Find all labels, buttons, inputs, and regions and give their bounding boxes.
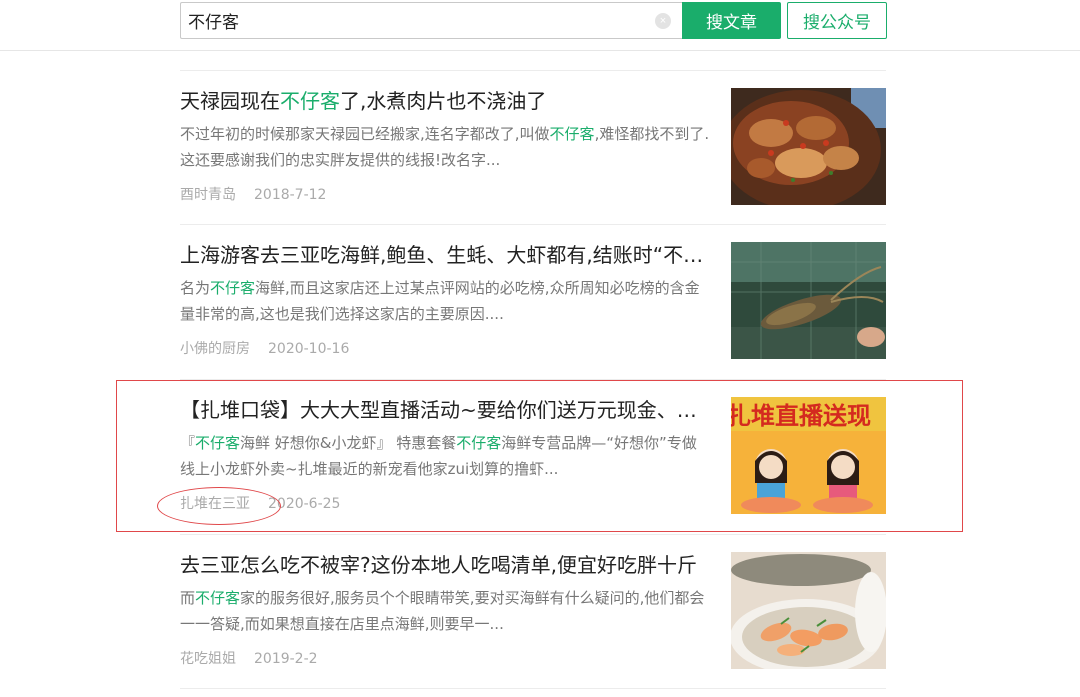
title-text: 【扎堆口袋】大大大型直播活动~要给你们送万元现金、霸王餐 [180,398,710,422]
account-name[interactable]: 小佛的厨房 [180,341,250,357]
snippet-text: 而 [180,589,196,607]
snippet-keyword: 不仔客 [195,434,241,452]
result-item: 上海游客去三亚吃海鲜,鲍鱼、生蚝、大虾都有,结账时“不仔客” 名为不仔客海鲜,而… [180,242,886,360]
publish-date: 2020-10-16 [268,341,350,357]
result-meta: 小佛的厨房 2020-10-16 [180,338,349,358]
divider [180,70,886,71]
snippet-text: 名为 [180,279,211,297]
account-name[interactable]: 花吃姐姐 [180,651,236,667]
result-meta: 花吃姐姐 2019-2-2 [180,648,318,668]
search-box: × [180,2,682,39]
result-title[interactable]: 天禄园现在不仔客了,水煮肉片也不浇油了 [180,88,710,114]
divider [180,534,886,535]
title-text: 了,水煮肉片也不浇油了 [340,89,547,113]
snippet-keyword: 不仔客 [195,589,241,607]
snippet-text: 家的服务很好,服务员个个眼睛带笑,要对买海鲜有什么疑问的,他们都会一一答疑,而如… [180,589,705,633]
result-snippet: 不过年初的时候那家天禄园已经搬家,连名字都改了,叫做不仔客,难怪都找不到了.这还… [180,121,710,173]
result-thumbnail[interactable] [731,242,886,359]
result-snippet: 名为不仔客海鲜,而且这家店还上过某点评网站的必吃榜,众所周知必吃榜的含金量非常的… [180,275,710,327]
divider [180,379,886,380]
publish-date: 2020-6-25 [268,496,341,512]
search-input[interactable] [181,3,641,38]
publish-date: 2018-7-12 [254,187,327,203]
divider [180,224,886,225]
top-search-bar: × 搜文章 搜公众号 [0,0,1080,51]
result-item: 去三亚怎么吃不被宰?这份本地人吃喝清单,便宜好吃胖十斤 而不仔客家的服务很好,服… [180,552,886,670]
snippet-keyword: 不仔客 [549,125,595,143]
result-thumbnail[interactable] [731,552,886,669]
snippet-text: 海鲜,而且这家店还上过某点评网站的必吃榜,众所周知必吃榜的含金量非常的高,这也是… [180,279,700,323]
clear-icon[interactable]: × [655,13,671,29]
snippet-keyword: 不仔客 [210,279,256,297]
publish-date: 2019-2-2 [254,651,318,667]
result-title[interactable]: 【扎堆口袋】大大大型直播活动~要给你们送万元现金、霸王餐 [180,397,710,423]
lobster-photo-icon [731,242,886,359]
title-keyword: 不仔客 [280,89,340,113]
result-item: 天禄园现在不仔客了,水煮肉片也不浇油了 不过年初的时候那家天禄园已经搬家,连名字… [180,88,886,206]
title-text: 去三亚怎么吃不被宰?这份本地人吃喝清单,便宜好吃胖十斤 [180,553,697,577]
livestream-poster-icon: 扎堆直播送现 [731,397,886,514]
snippet-text: 海鲜 好想你&小龙虾』 特惠套餐 [240,434,457,452]
result-snippet: 『不仔客海鲜 好想你&小龙虾』 特惠套餐不仔客海鲜专营品牌—“好想你”专做线上小… [180,430,710,482]
result-title[interactable]: 上海游客去三亚吃海鲜,鲍鱼、生蚝、大虾都有,结账时“不仔客” [180,242,710,268]
snippet-text: 『 [180,434,196,452]
result-meta: 扎堆在三亚 2020-6-25 [180,493,340,513]
divider [180,688,886,689]
result-meta: 酉时青岛 2018-7-12 [180,184,326,204]
account-name[interactable]: 扎堆在三亚 [180,496,250,512]
snippet-text: 不过年初的时候那家天禄园已经搬家,连名字都改了,叫做 [180,125,550,143]
result-thumbnail[interactable]: 扎堆直播送现 [731,397,886,514]
result-snippet: 而不仔客家的服务很好,服务员个个眼睛带笑,要对买海鲜有什么疑问的,他们都会一一答… [180,585,710,637]
result-thumbnail[interactable] [731,88,886,205]
seafood-plate-photo-icon [731,552,886,669]
result-item: 【扎堆口袋】大大大型直播活动~要给你们送万元现金、霸王餐 『不仔客海鲜 好想你&… [180,397,886,515]
poster-text: 扎堆直播送现 [731,402,871,430]
result-title[interactable]: 去三亚怎么吃不被宰?这份本地人吃喝清单,便宜好吃胖十斤 [180,552,710,578]
account-name[interactable]: 酉时青岛 [180,187,236,203]
snippet-keyword: 不仔客 [456,434,502,452]
title-text: 上海游客去三亚吃海鲜,鲍鱼、生蚝、大虾都有,结账时“不仔客” [180,243,710,267]
search-accounts-button[interactable]: 搜公众号 [787,2,887,39]
food-photo-icon [731,88,886,205]
title-text: 天禄园现在 [180,89,280,113]
search-articles-button[interactable]: 搜文章 [682,2,781,39]
